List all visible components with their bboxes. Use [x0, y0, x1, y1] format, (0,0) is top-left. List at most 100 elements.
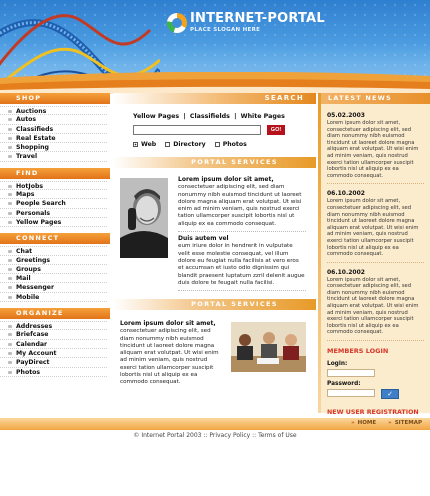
portal-services-header: PORTAL SERVICES	[113, 157, 316, 168]
menu-item-hotjobs[interactable]: HotJobs	[0, 180, 107, 191]
login-label: Login:	[327, 361, 348, 368]
news-item[interactable]: 05.02.2003 Lorem ipsum dolor sit amet, c…	[327, 112, 424, 185]
search-go-button[interactable]: GO!	[267, 125, 285, 135]
search-scope-options: Web Directory Photos	[133, 141, 316, 148]
menu-item-briefcase[interactable]: Briefcase	[0, 330, 107, 340]
footer-links: » HOME » SITEMAP	[339, 420, 422, 426]
option-web[interactable]: Web	[133, 141, 156, 148]
menu-item-personals[interactable]: Personals	[0, 209, 107, 218]
menu-item-travel[interactable]: Travel	[0, 152, 107, 162]
search-header: SEARCH	[113, 93, 316, 104]
new-user-registration-link[interactable]: NEW USER REGISTRATION	[327, 409, 430, 417]
article-heading: Lorem ipsum dolor sit amet,	[120, 320, 216, 327]
radio-checked-icon[interactable]	[133, 142, 138, 147]
home-link[interactable]: » HOME	[351, 420, 376, 426]
login-input[interactable]	[327, 369, 375, 378]
menu-item-addresses[interactable]: Addresses	[0, 321, 107, 331]
news-date: 06.10.2002	[327, 268, 365, 276]
section-head-shop: SHOP	[0, 93, 110, 104]
portal-services-text-2: Lorem ipsum dolor sit amet, consectetuer…	[120, 320, 224, 387]
portal-services-header-2: PORTAL SERVICES	[113, 299, 316, 310]
article-body: consectetuer adipiscing elit, sed diam n…	[178, 184, 302, 227]
article-heading-2: Duis autem vel	[178, 235, 229, 243]
portal-services-block-1: Lorem ipsum dolor sit amet, consectetuer…	[113, 168, 316, 299]
sitemap-link[interactable]: » SITEMAP	[388, 420, 422, 426]
radio-icon[interactable]	[165, 142, 171, 147]
menu-item-groups[interactable]: Groups	[0, 265, 107, 275]
right-stripe	[318, 93, 321, 413]
search-panel: Yellow Pages | Classifields | White Page…	[113, 104, 316, 157]
menu-item-maps[interactable]: Maps	[0, 190, 107, 200]
menu-item-mobile[interactable]: Mobile	[0, 293, 107, 303]
checkmark-icon: ✓	[387, 390, 393, 399]
login-submit-button[interactable]: ✓	[381, 389, 399, 400]
site-title: INTERNET-PORTAL	[190, 11, 325, 26]
search-input[interactable]	[133, 125, 261, 135]
menu-find: HotJobs Maps People Search Personals Yel…	[0, 179, 110, 233]
news-item[interactable]: 06.10.2002 Lorem ipsum dolor sit amet, c…	[327, 190, 424, 263]
site-slogan: PLACE SLOGAN HERE	[190, 27, 261, 33]
article-body-2: eum iriure dolor in hendrerit in vulputa…	[178, 243, 305, 286]
login-title: MEMBERS LOGIN	[327, 347, 389, 356]
search-row: GO!	[133, 125, 316, 135]
menu-item-greetings[interactable]: Greetings	[0, 256, 107, 265]
section-head-organize: ORGANIZE	[0, 308, 110, 320]
home-arrow-icon: »	[351, 420, 355, 426]
header-orange-swoosh	[0, 72, 430, 94]
menu-item-real-estate[interactable]: Real Estate	[0, 134, 107, 144]
link-white-pages[interactable]: White Pages	[241, 113, 285, 120]
man-on-phone-photo	[120, 178, 168, 258]
portal-services-text-1: Lorem ipsum dolor sit amet, consectetuer…	[178, 176, 306, 294]
link-classifields[interactable]: Classifields	[190, 113, 230, 120]
latest-news-header: LATEST NEWS	[318, 93, 430, 104]
search-links: Yellow Pages | Classifields | White Page…	[133, 113, 316, 120]
menu-item-calendar[interactable]: Calendar	[0, 340, 107, 349]
menu-item-chat[interactable]: Chat	[0, 246, 107, 256]
sitemap-arrow-icon: »	[388, 420, 392, 426]
menu-connect: Chat Greetings Groups Mail Messenger Mob…	[0, 244, 110, 308]
copyright: © Internet Portal 2003 :: Privacy Policy…	[133, 432, 297, 439]
menu-item-people-search[interactable]: People Search	[0, 199, 107, 209]
news-text: Lorem ipsum dolor sit amet, consectetuer…	[327, 276, 419, 336]
radio-icon[interactable]	[214, 142, 220, 147]
news-text: Lorem ipsum dolor sit amet, consectetuer…	[327, 120, 419, 179]
article-body: consectetuer adipiscing elit, sed diam n…	[120, 328, 219, 386]
right-sidebar: LATEST NEWS 05.02.2003 Lorem ipsum dolor…	[318, 93, 430, 416]
option-directory[interactable]: Directory	[165, 141, 206, 148]
option-photos[interactable]: Photos	[214, 141, 247, 148]
news-item[interactable]: 06.10.2002 Lorem ipsum dolor sit amet, c…	[327, 268, 424, 342]
link-yellow-pages[interactable]: Yellow Pages	[133, 113, 179, 120]
business-meeting-photo	[231, 322, 306, 372]
menu-item-classifieds[interactable]: Classifieds	[0, 125, 107, 134]
menu-item-messenger[interactable]: Messenger	[0, 283, 107, 293]
menu-shop: Auctions Autos Classifieds Real Estate S…	[0, 104, 110, 168]
logo-icon	[167, 13, 187, 33]
menu-item-yellow-pages[interactable]: Yellow Pages	[0, 218, 107, 228]
menu-item-autos[interactable]: Autos	[0, 115, 107, 125]
members-login: MEMBERS LOGIN Login: Password: ✓ NEW USE…	[318, 347, 430, 417]
separator: |	[234, 113, 237, 120]
menu-item-shopping[interactable]: Shopping	[0, 143, 107, 153]
menu-item-mail[interactable]: Mail	[0, 274, 107, 284]
divider	[178, 231, 306, 233]
password-row: ✓	[327, 387, 430, 401]
article-heading: Lorem ipsum dolor sit amet,	[178, 176, 274, 183]
menu-item-my-account[interactable]: My Account	[0, 349, 107, 359]
logo[interactable]: INTERNET-PORTAL PLACE SLOGAN HERE	[167, 11, 325, 34]
menu-item-paydirect[interactable]: PayDirect	[0, 358, 107, 368]
section-head-connect: CONNECT	[0, 233, 110, 245]
menu-item-auctions[interactable]: Auctions	[0, 106, 107, 116]
menu-organize: Addresses Briefcase Calendar My Account …	[0, 319, 110, 383]
news-text: Lorem ipsum dolor sit amet, consectetuer…	[327, 198, 419, 258]
news-date: 05.02.2003	[327, 112, 365, 119]
separator: |	[183, 113, 186, 120]
news-list: 05.02.2003 Lorem ipsum dolor sit amet, c…	[318, 104, 430, 342]
left-sidebar: SHOP Auctions Autos Classifieds Real Est…	[0, 93, 110, 413]
news-date: 06.10.2002	[327, 190, 365, 198]
main-content: SEARCH Yellow Pages | Classifields | Whi…	[113, 93, 316, 413]
menu-item-photos[interactable]: Photos	[0, 368, 107, 377]
divider	[178, 290, 306, 292]
portal-services-block-2: Lorem ipsum dolor sit amet, consectetuer…	[113, 310, 316, 402]
password-input[interactable]	[327, 389, 375, 398]
section-head-find: FIND	[0, 167, 110, 179]
